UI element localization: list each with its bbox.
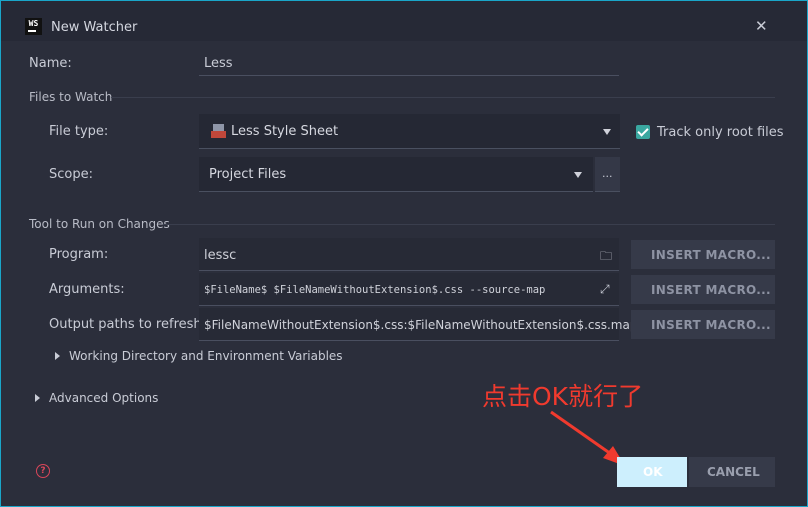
scope-browse-button[interactable]: ... bbox=[595, 157, 620, 192]
output-paths-value: $FileNameWithoutExtension$.css:$FileName… bbox=[204, 318, 638, 332]
more-icon: ... bbox=[602, 167, 613, 180]
program-label: Program: bbox=[49, 247, 109, 262]
folder-icon[interactable]: 🗀 bbox=[600, 247, 612, 268]
chevron-down-icon bbox=[603, 129, 611, 135]
cancel-button[interactable]: CANCEL bbox=[689, 457, 775, 487]
output-paths-label: Output paths to refresh: bbox=[49, 317, 207, 332]
tool-section-label: Tool to Run on Changes bbox=[29, 217, 170, 231]
dialog-title: New Watcher bbox=[51, 20, 138, 35]
help-icon[interactable]: ? bbox=[36, 464, 50, 478]
less-file-icon bbox=[211, 124, 226, 138]
close-icon[interactable]: ✕ bbox=[755, 17, 768, 35]
chevron-down-icon bbox=[574, 172, 582, 178]
working-directory-toggle[interactable]: Working Directory and Environment Variab… bbox=[69, 349, 343, 363]
scope-value: Project Files bbox=[209, 167, 287, 182]
webstorm-logo-icon: WS bbox=[25, 18, 42, 35]
new-watcher-dialog: WS New Watcher ✕ Name: Less Files to Wat… bbox=[0, 0, 808, 507]
scope-dropdown[interactable]: Project Files bbox=[199, 157, 593, 192]
name-label: Name: bbox=[29, 56, 72, 71]
output-paths-input[interactable]: $FileNameWithoutExtension$.css:$FileName… bbox=[199, 308, 637, 341]
arguments-label: Arguments: bbox=[49, 282, 125, 297]
expand-triangle-icon[interactable] bbox=[55, 352, 60, 360]
arguments-input[interactable]: $FileName$ $FileNameWithoutExtension$.cs… bbox=[199, 273, 619, 306]
arguments-insert-macro-button[interactable]: INSERT MACRO... bbox=[631, 275, 775, 304]
ok-button[interactable]: OK bbox=[617, 457, 687, 487]
scope-label: Scope: bbox=[49, 167, 93, 182]
name-input[interactable]: Less bbox=[199, 49, 619, 76]
expand-triangle-icon[interactable] bbox=[35, 394, 40, 402]
program-value: lessc bbox=[204, 248, 237, 263]
program-input[interactable]: lessc 🗀 bbox=[199, 238, 619, 271]
program-insert-macro-button[interactable]: INSERT MACRO... bbox=[631, 240, 775, 269]
name-value: Less bbox=[204, 56, 233, 71]
file-type-value: Less Style Sheet bbox=[231, 124, 339, 139]
expand-icon[interactable]: ⤢ bbox=[600, 282, 610, 297]
file-type-label: File type: bbox=[49, 124, 109, 139]
arguments-value: $FileName$ $FileNameWithoutExtension$.cs… bbox=[204, 284, 546, 296]
advanced-options-toggle[interactable]: Advanced Options bbox=[49, 391, 158, 405]
track-only-root-checkbox[interactable] bbox=[636, 125, 650, 139]
tool-section-divider bbox=[163, 224, 775, 225]
file-type-dropdown[interactable]: Less Style Sheet bbox=[199, 114, 620, 149]
files-to-watch-section-label: Files to Watch bbox=[29, 90, 113, 104]
title-bar: WS New Watcher ✕ bbox=[1, 1, 807, 41]
output-insert-macro-button[interactable]: INSERT MACRO... bbox=[631, 310, 775, 339]
track-only-root-label: Track only root files bbox=[657, 125, 784, 140]
files-to-watch-divider bbox=[111, 97, 775, 98]
